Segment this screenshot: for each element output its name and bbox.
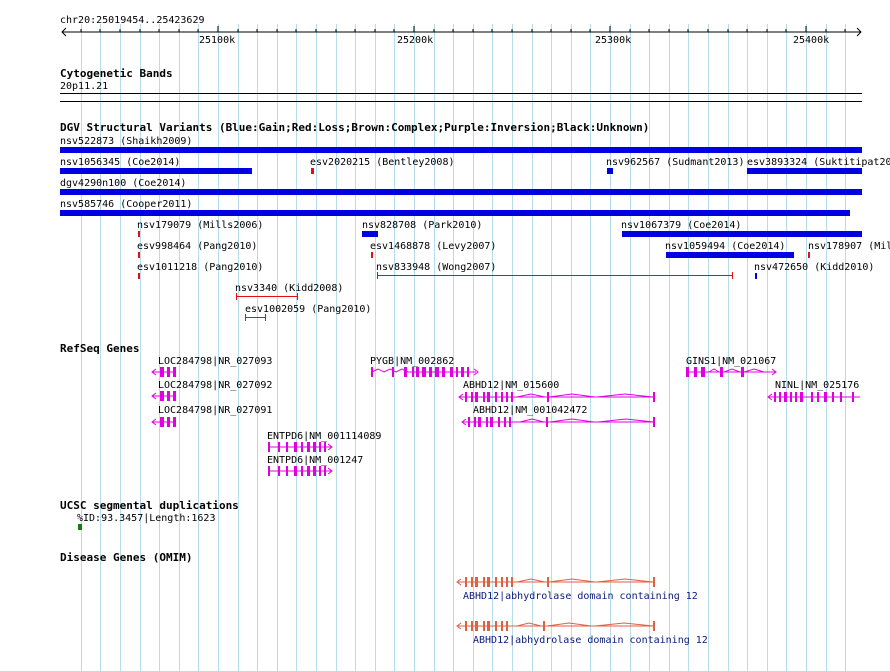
loss-feature-end <box>297 293 298 300</box>
feature-label: nsv178907 (Mil <box>808 241 890 252</box>
feature-label: nsv962567 (Sudmant2013) <box>606 157 745 168</box>
gain-feature[interactable] <box>755 273 757 279</box>
feature-label: nsv1056345 (Coe2014) <box>60 157 181 168</box>
genome-browser-view: chr20:25019454..25423629 25100k 25200k 2… <box>0 0 890 671</box>
gene-model[interactable] <box>457 391 659 403</box>
tick-label: 25200k <box>397 35 434 46</box>
feature-label: nsv522873 (Shaikh2009) <box>60 136 193 147</box>
ruler-axis <box>61 26 862 37</box>
feature-label: nsv828708 (Park2010) <box>362 220 483 231</box>
gain-feature[interactable] <box>622 231 862 237</box>
loss-feature-end <box>732 272 733 279</box>
gain-feature[interactable] <box>607 168 613 174</box>
gain-feature[interactable] <box>60 147 862 153</box>
loss-feature-end <box>265 314 266 321</box>
feature-label: nsv1067379 (Coe2014) <box>621 220 742 231</box>
loss-feature-end <box>236 293 237 300</box>
loss-feature[interactable] <box>138 231 140 237</box>
gain-feature[interactable] <box>666 252 794 258</box>
gene-label: LOC284798|NR_027091 <box>158 405 273 416</box>
gain-feature[interactable] <box>60 189 862 195</box>
feature-label: nsv585746 (Cooper2011) <box>60 199 193 210</box>
feature-label: dgv4290n100 (Coe2014) <box>60 178 187 189</box>
gene-model[interactable] <box>370 366 482 378</box>
loss-feature[interactable] <box>808 252 810 258</box>
feature-label: esv3893324 (Suktitipat2014) <box>747 157 890 168</box>
omim-gene-label: ABHD12|abhydrolase domain containing 12 <box>463 591 698 602</box>
gain-feature[interactable] <box>60 210 850 216</box>
loss-feature[interactable] <box>377 275 733 276</box>
gene-model[interactable] <box>150 390 180 402</box>
feature-label: nsv833948 (Wong2007) <box>376 262 497 273</box>
gene-model[interactable] <box>684 366 780 378</box>
loss-feature[interactable] <box>311 168 314 174</box>
gene-model[interactable] <box>266 441 336 453</box>
segdup-label: %ID:93.3457|Length:1623 <box>77 513 216 524</box>
feature-label: esv998464 (Pang2010) <box>137 241 258 252</box>
segdup-feature[interactable] <box>78 524 82 530</box>
track-title: RefSeq Genes <box>60 342 140 355</box>
gene-model[interactable] <box>455 576 659 588</box>
feature-label: esv1002059 (Pang2010) <box>245 304 372 315</box>
loss-feature[interactable] <box>138 252 140 258</box>
gene-model[interactable] <box>460 416 659 428</box>
feature-label: nsv179079 (Mills2006) <box>137 220 264 231</box>
feature-label: nsv3340 (Kidd2008) <box>235 283 344 294</box>
gene-model[interactable] <box>150 416 180 428</box>
track-title: UCSC segmental duplications <box>60 499 239 512</box>
track-title: Cytogenetic Bands <box>60 67 173 80</box>
feature-label: nsv1059494 (Coe2014) <box>665 241 786 252</box>
band-line-bottom <box>60 101 862 102</box>
track-title: Disease Genes (OMIM) <box>60 551 193 564</box>
gain-feature[interactable] <box>747 168 862 174</box>
tick-label: 25400k <box>793 35 830 46</box>
gene-model[interactable] <box>766 391 862 403</box>
loss-feature[interactable] <box>138 273 140 279</box>
tick-label: 25100k <box>199 35 236 46</box>
loss-feature-end <box>245 314 246 321</box>
loss-feature[interactable] <box>371 252 373 258</box>
band-label: 20p11.21 <box>60 81 109 92</box>
gene-model[interactable] <box>150 366 180 378</box>
track-title: DGV Structural Variants (Blue:Gain;Red:L… <box>60 121 650 134</box>
feature-label: nsv472650 (Kidd2010) <box>754 262 875 273</box>
loss-feature-end <box>377 272 378 279</box>
feature-label: esv1468878 (Levy2007) <box>370 241 497 252</box>
loss-feature[interactable] <box>236 296 298 297</box>
gene-label: ABHD12|NM_015600 <box>463 380 560 391</box>
gene-label: NINL|NM_025176 <box>775 380 860 391</box>
gain-feature[interactable] <box>60 168 252 174</box>
tick-label: 25300k <box>595 35 632 46</box>
gain-feature[interactable] <box>362 231 378 237</box>
feature-label: esv1011218 (Pang2010) <box>137 262 264 273</box>
gene-model[interactable] <box>266 465 336 477</box>
omim-gene-label: ABHD12|abhydrolase domain containing 12 <box>473 635 708 646</box>
band-line-top <box>60 93 862 94</box>
loss-feature[interactable] <box>245 317 266 318</box>
feature-label: esv2020215 (Bentley2008) <box>310 157 455 168</box>
gene-label: ABHD12|NM_001042472 <box>473 405 588 416</box>
gene-model[interactable] <box>455 620 659 632</box>
